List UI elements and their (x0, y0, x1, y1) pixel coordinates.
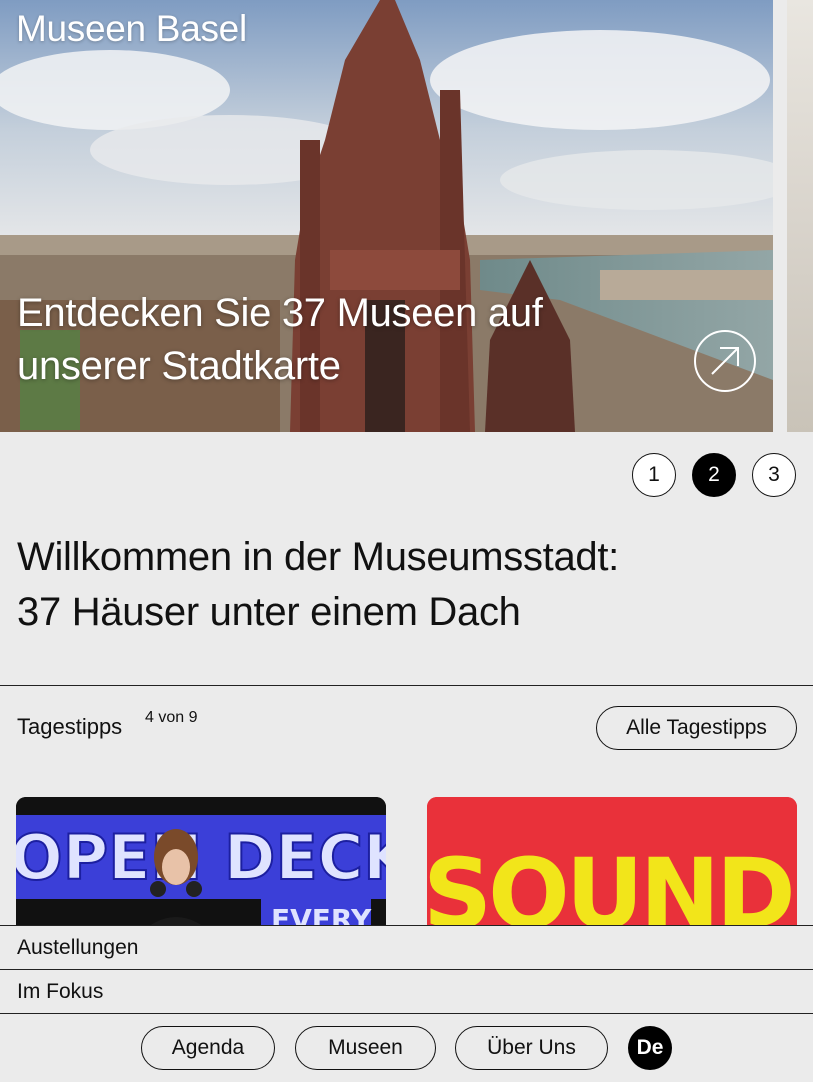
hero-caption-line2: unserer Stadtkarte (17, 344, 341, 388)
pagination-button-3[interactable]: 3 (752, 453, 796, 497)
language-switch-button[interactable]: De (628, 1026, 672, 1070)
tip-card-image: OPEN DECKS EVERY (16, 797, 386, 937)
hero-carousel[interactable]: Museen Basel Entdecken Sie 37 Museen auf… (0, 0, 813, 432)
welcome-heading-line2: 37 Häuser unter einem Dach (17, 590, 521, 634)
section-divider (0, 685, 813, 686)
nav-item-focus-label: Im Fokus (17, 979, 104, 1003)
hero-caption[interactable]: Entdecken Sie 37 Museen auf unserer Stad… (17, 287, 657, 393)
about-button[interactable]: Über Uns (455, 1026, 608, 1070)
pagination-button-1[interactable]: 1 (632, 453, 676, 497)
tip-card-image-text: OPEN DECKS (16, 821, 386, 894)
all-tips-button[interactable]: Alle Tagestipps (596, 706, 797, 750)
nav-item-exhibitions[interactable]: Austellungen (0, 925, 813, 969)
tips-label: Tagestipps (17, 714, 123, 739)
welcome-heading: Willkommen in der Museumsstadt: 37 Häuse… (17, 530, 797, 640)
carousel-pagination: 1 2 3 (632, 453, 796, 497)
site-title[interactable]: Museen Basel (16, 8, 247, 50)
tip-card-image: SOUND POP (427, 797, 797, 937)
tip-card[interactable]: OPEN DECKS EVERY (16, 797, 386, 937)
tip-card[interactable]: SOUND POP (427, 797, 797, 937)
nav-item-exhibitions-label: Austellungen (17, 935, 139, 959)
nav-item-focus[interactable]: Im Fokus (0, 969, 813, 1013)
museums-button[interactable]: Museen (295, 1026, 436, 1070)
hero-link-button[interactable] (694, 330, 756, 392)
hero-next-slide-preview[interactable] (787, 0, 813, 432)
tip-card-image-text: SOUND POP (427, 838, 797, 937)
hero-slide-gap (773, 0, 787, 432)
welcome-heading-line1: Willkommen in der Museumsstadt: (17, 535, 619, 579)
pagination-button-2[interactable]: 2 (692, 453, 736, 497)
arrow-up-right-icon (711, 347, 739, 375)
hero-caption-line1: Entdecken Sie 37 Museen auf (17, 291, 543, 335)
agenda-button[interactable]: Agenda (141, 1026, 275, 1070)
tips-count: 4 von 9 (145, 709, 198, 726)
